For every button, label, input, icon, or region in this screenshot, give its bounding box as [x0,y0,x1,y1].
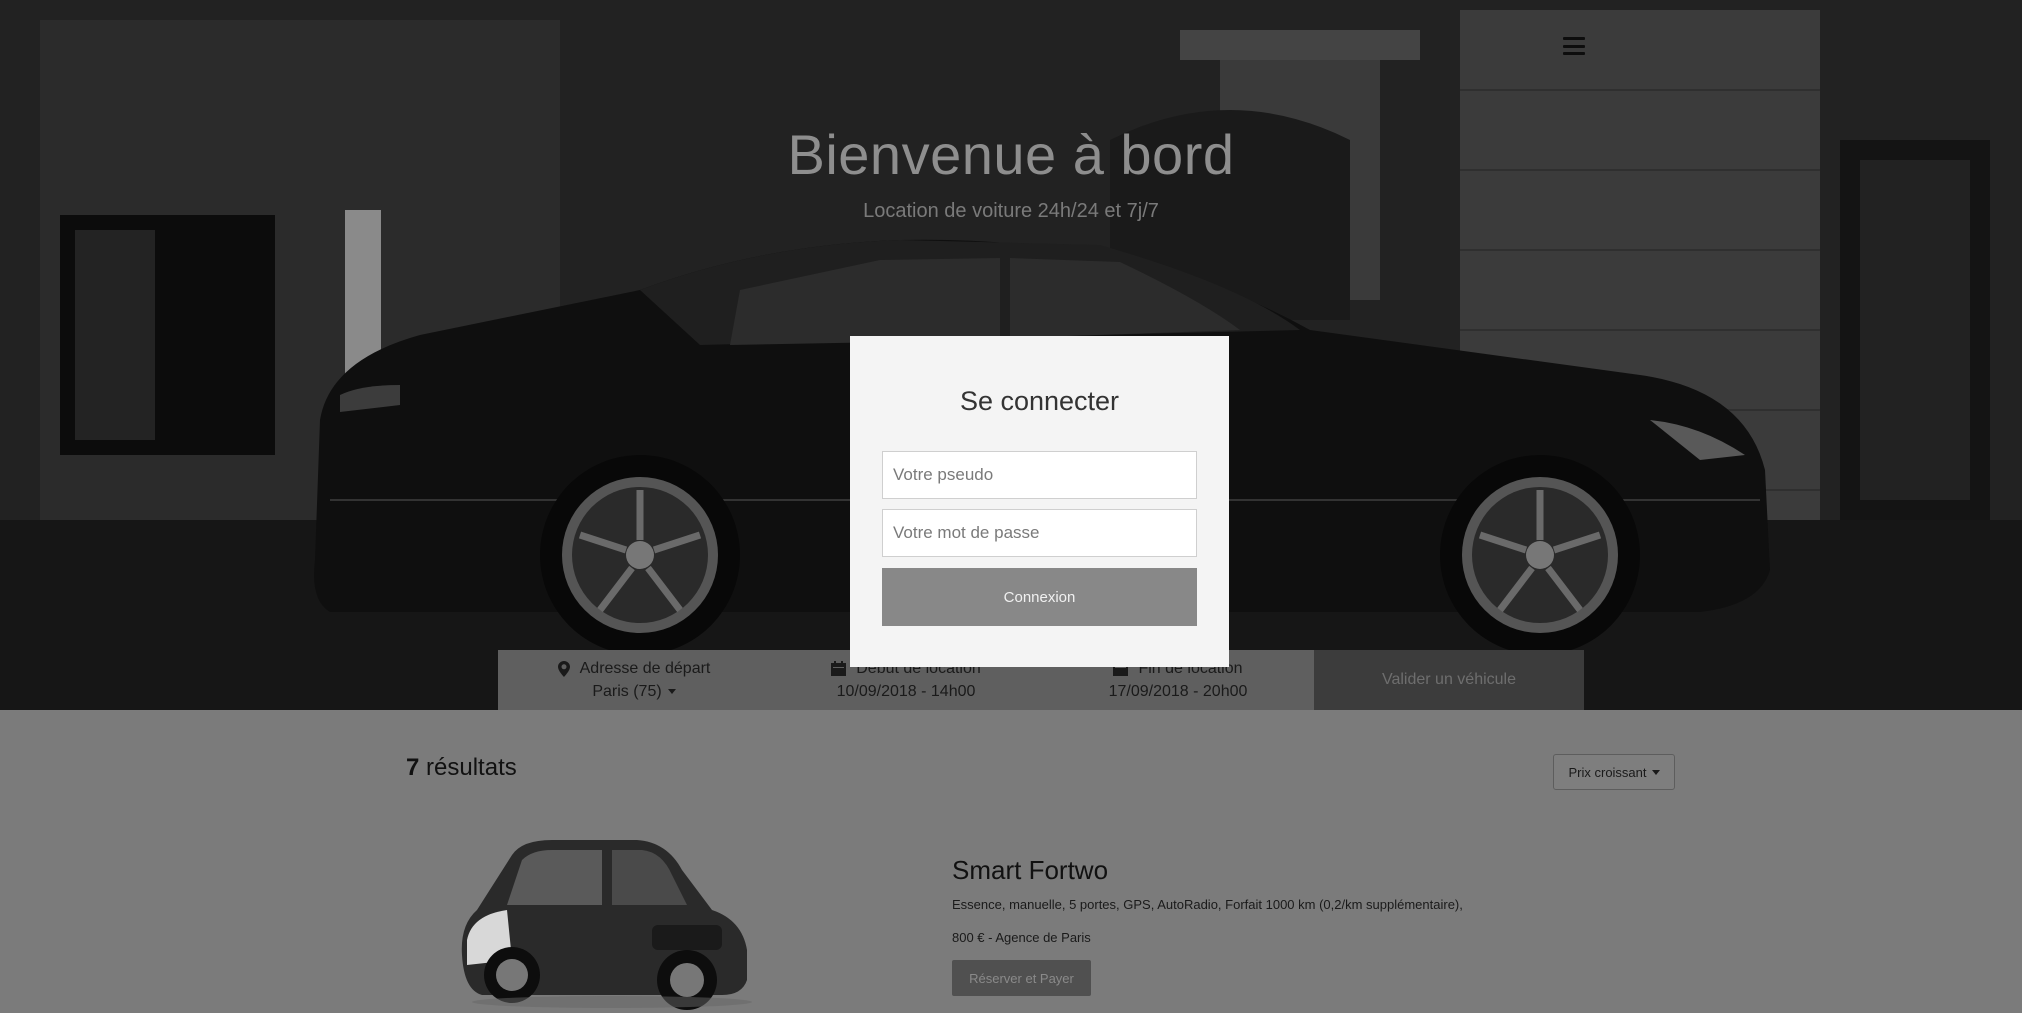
username-input[interactable] [882,451,1197,499]
car-price-agency: 800 € - Agence de Paris [952,930,1091,945]
reserve-and-pay-button[interactable]: Réserver et Payer [952,960,1091,996]
departure-label: Adresse de départ [579,660,711,677]
validate-vehicle-button[interactable]: Valider un véhicule [1314,650,1584,710]
results-count-label: résultats [419,754,517,781]
car-description: Essence, manuelle, 5 portes, GPS, AutoRa… [952,897,1463,912]
hero-subtitle: Location de voiture 24h/24 et 7j/7 [863,200,1159,222]
departure-selector[interactable]: Adresse de départ Paris (75) [498,650,770,710]
login-title: Se connecter [959,386,1120,416]
login-modal: Se connecter Connexion [850,336,1229,667]
end-date-value: 17/09/2018 - 20h00 [1108,683,1248,700]
results-section: 7 résultats Prix croissant Smart Fortwo … [0,710,2022,1013]
car-name: Smart Fortwo [952,855,1109,885]
car-image [461,840,752,1010]
sort-dropdown[interactable]: Prix croissant [1553,754,1675,790]
hamburger-menu-icon[interactable] [1563,37,1585,55]
login-button[interactable]: Connexion [882,568,1197,626]
password-input[interactable] [882,509,1197,557]
calendar-icon [831,661,847,676]
sort-label: Prix croissant [1568,764,1647,780]
departure-value: Paris (75) [592,683,662,700]
start-date-value: 10/09/2018 - 14h00 [836,683,976,700]
results-count-number: 7 [406,754,420,781]
results-count: 7 résultats [406,754,517,782]
caret-down-icon [667,689,676,694]
caret-down-icon [1651,769,1660,775]
map-marker-icon [557,660,570,677]
hero-title: Bienvenue à bord [787,123,1235,186]
